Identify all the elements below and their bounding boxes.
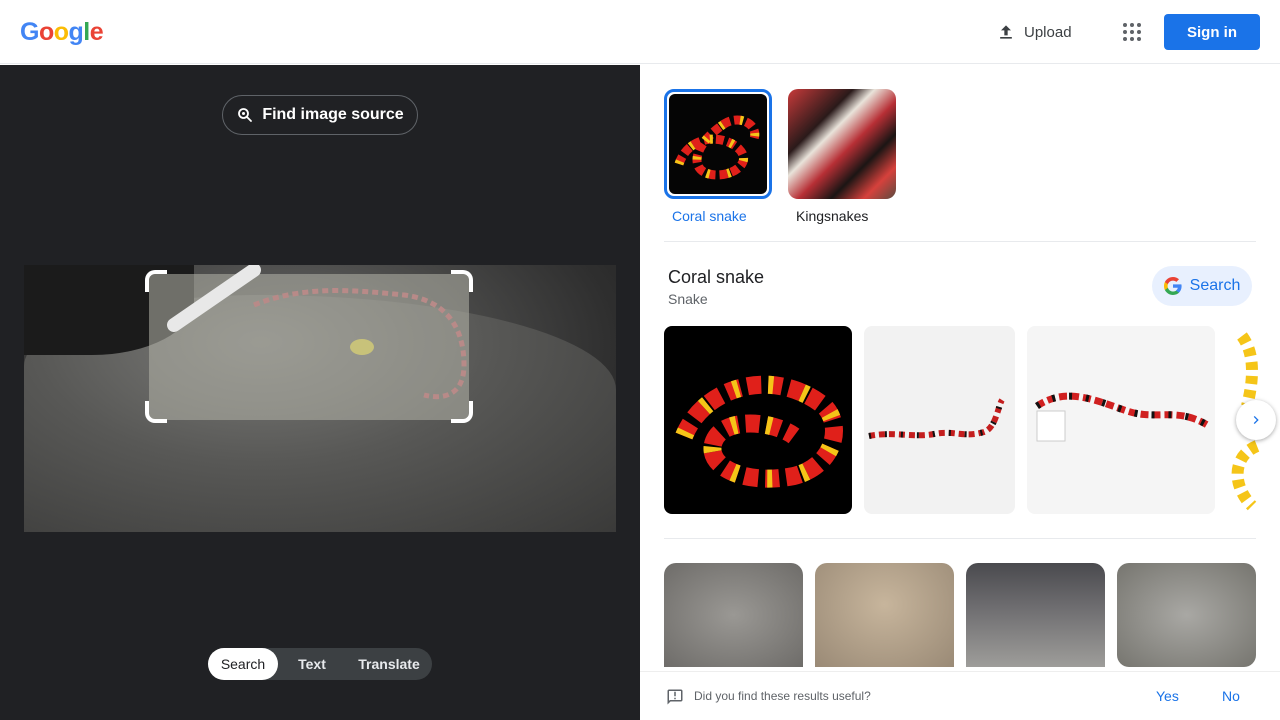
- entity-chip-label: Coral snake: [672, 208, 747, 224]
- kingsnake-thumb: [788, 89, 896, 199]
- entity-chip-coral-snake[interactable]: Coral snake: [664, 89, 772, 224]
- results-pane: Coral snake Kingsnakes Coral snake Snake…: [640, 65, 1280, 720]
- query-image: [24, 265, 616, 532]
- entity-image-3[interactable]: [1027, 326, 1215, 514]
- entity-search-label: Search: [1189, 277, 1241, 294]
- image-viewer-pane: Find image source: [0, 65, 640, 720]
- crop-handle-top-right[interactable]: [451, 270, 473, 292]
- feedback-yes-button[interactable]: Yes: [1156, 688, 1179, 704]
- lens-mode-tabs: Search Text Translate: [208, 648, 432, 680]
- visual-match-4[interactable]: [1117, 563, 1256, 667]
- coral-snake-thumb: [669, 94, 767, 194]
- feedback-no-button[interactable]: No: [1222, 688, 1240, 704]
- visual-match-3[interactable]: [966, 563, 1105, 667]
- google-apps-button[interactable]: [1116, 16, 1148, 48]
- tab-translate[interactable]: Translate: [346, 648, 432, 680]
- section-divider: [664, 538, 1256, 539]
- chevron-right-icon: [1253, 416, 1259, 424]
- snake-product-shape: [1035, 392, 1211, 442]
- feedback-question: Did you find these results useful?: [694, 689, 871, 703]
- visual-match-1[interactable]: [664, 563, 803, 667]
- entity-image-2[interactable]: [864, 326, 1015, 514]
- upload-button[interactable]: Upload: [988, 14, 1080, 50]
- google-logo[interactable]: Google: [20, 18, 104, 47]
- entity-chip-kingsnakes[interactable]: Kingsnakes: [788, 89, 896, 224]
- carousel-next-button[interactable]: [1236, 400, 1276, 440]
- upload-label: Upload: [1024, 23, 1072, 41]
- entity-chip-thumbnail: [664, 89, 772, 199]
- entity-search-button[interactable]: Search: [1152, 266, 1252, 306]
- visual-match-2[interactable]: [815, 563, 954, 667]
- feedback-icon: [667, 689, 683, 705]
- upload-icon: [1000, 25, 1012, 39]
- sign-in-button[interactable]: Sign in: [1164, 14, 1260, 50]
- entity-title: Coral snake: [668, 267, 765, 287]
- apps-grid-icon: [1123, 23, 1141, 41]
- crop-handle-bottom-right[interactable]: [451, 401, 473, 423]
- google-g-icon: [1163, 277, 1182, 295]
- coral-snake-image-shape: [675, 375, 843, 488]
- tab-text[interactable]: Text: [278, 648, 346, 680]
- section-divider: [664, 241, 1256, 242]
- coral-snake-thumb-shape: [674, 115, 760, 180]
- find-image-source-button[interactable]: Find image source: [222, 95, 418, 135]
- tab-search[interactable]: Search: [208, 648, 278, 680]
- entity-image-1[interactable]: [664, 326, 852, 514]
- feedback-bar: Did you find these results useful? Yes N…: [640, 671, 1280, 720]
- snake-toy-shape: [868, 398, 1005, 439]
- query-snake-shape: [167, 265, 467, 400]
- crop-handle-bottom-left[interactable]: [145, 401, 167, 423]
- lens-search-icon: [238, 108, 253, 122]
- entity-subtitle: Snake: [668, 291, 708, 307]
- entity-chip-thumbnail: [788, 89, 896, 199]
- find-image-source-label: Find image source: [262, 106, 404, 123]
- top-bar: Google Upload Sign in: [0, 0, 1280, 64]
- crop-handle-top-left[interactable]: [145, 270, 167, 292]
- entity-chip-label: Kingsnakes: [796, 208, 869, 224]
